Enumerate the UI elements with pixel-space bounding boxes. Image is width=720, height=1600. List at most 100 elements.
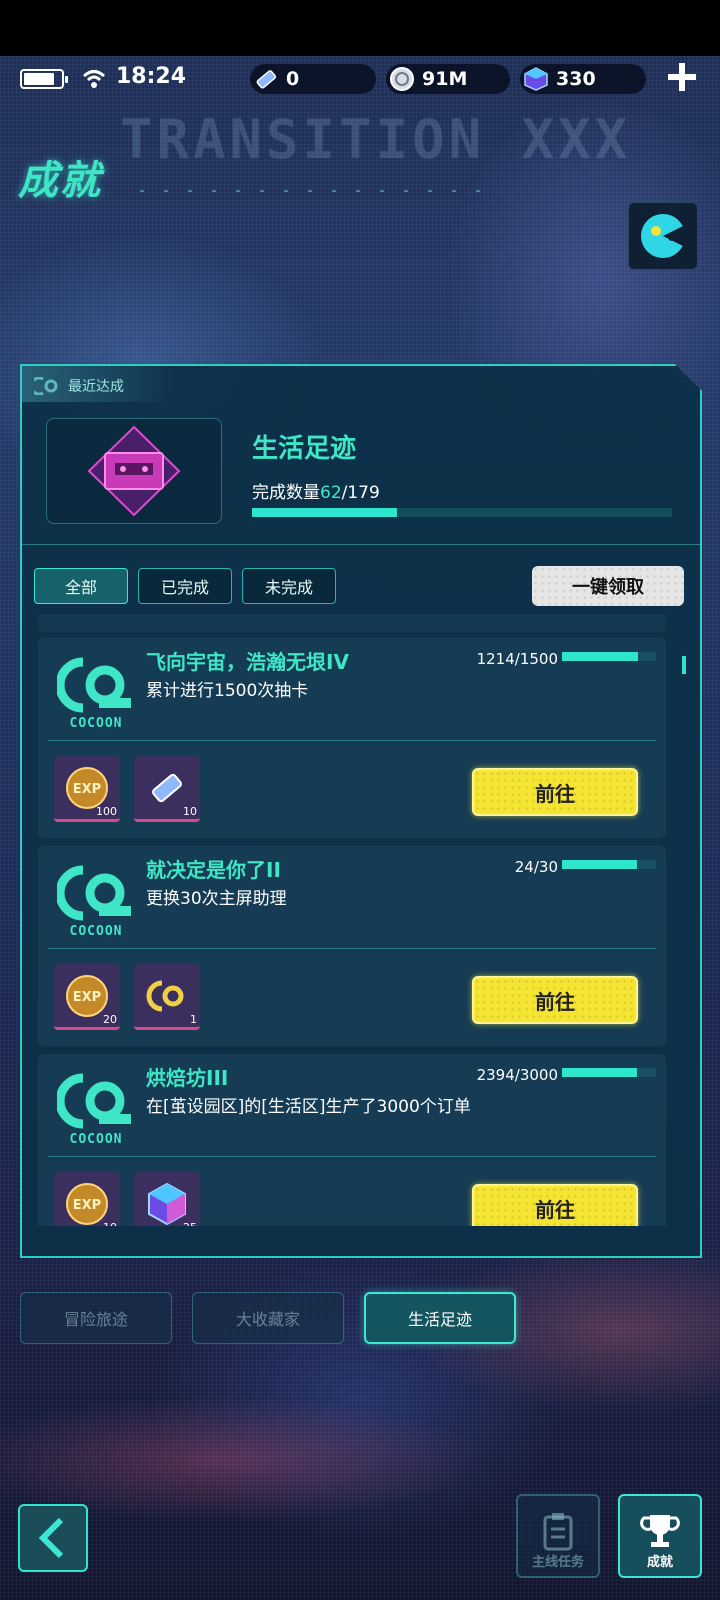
achievement-list[interactable]: COCOON 飞向宇宙，浩瀚无垠IV 累计进行1500次抽卡 1214/1500… — [32, 614, 666, 1226]
reward-qty: 10 — [103, 1221, 117, 1226]
decorative-title: TRANSITION XXX — [120, 108, 632, 171]
reward-qty: 25 — [183, 1221, 197, 1226]
achievement-progress-fill — [562, 1068, 637, 1077]
add-currency-button[interactable] — [666, 61, 698, 93]
achievement-title: 就决定是你了II — [146, 858, 281, 882]
cassette-badge-icon — [87, 425, 181, 517]
logo-text: COCOON — [69, 924, 123, 939]
go-button[interactable]: 前往 — [472, 768, 638, 816]
category-tabs: 冒险旅途 大收藏家 生活足迹 — [20, 1292, 516, 1344]
achievement-desc: 在[茧设园区]的[生活区]生产了3000个订单 — [146, 1097, 471, 1117]
cocoon-small-icon — [34, 377, 58, 395]
reward-item[interactable]: EXP 10 — [54, 1172, 120, 1226]
recent-label: 最近达成 — [68, 379, 124, 395]
cocoon-logo: COCOON — [54, 656, 138, 738]
achievement-card: COCOON 飞向宇宙，浩瀚无垠IV 累计进行1500次抽卡 1214/1500… — [38, 638, 666, 838]
assistant-mascot-button[interactable] — [628, 202, 698, 270]
cocoon-badge-icon — [146, 980, 184, 1011]
filter-incomplete[interactable]: 未完成 — [242, 568, 336, 604]
achievement-progress-bar — [562, 860, 656, 869]
clipboard-icon — [543, 1513, 573, 1551]
cocoon-logo: COCOON — [54, 864, 138, 946]
wifi-icon — [82, 70, 106, 88]
achievement-panel: 最近达成 生活足迹 完成数量62/179 全部 已完成 未完成 一键领取 COC… — [20, 364, 702, 1258]
reward-qty: 20 — [103, 1013, 117, 1026]
achievement-progress-fill — [562, 860, 638, 869]
previous-card-peek — [38, 614, 666, 632]
ticket-count: 0 — [286, 68, 300, 90]
page-title: 成就 — [18, 158, 102, 204]
achievement-progress-fill — [562, 652, 639, 661]
chevron-left-icon — [38, 1517, 64, 1559]
main-task-label: 主线任务 — [531, 1555, 584, 1570]
achievement-desc: 更换30次主屏助理 — [146, 889, 287, 909]
panel-label: 最近达成 — [34, 376, 124, 396]
tab-collector[interactable]: 大收藏家 — [192, 1292, 344, 1344]
featured-badge — [46, 418, 222, 524]
cocoon-logo: COCOON — [54, 1072, 138, 1154]
coin-icon — [388, 65, 416, 93]
logo-text: COCOON — [69, 1132, 123, 1147]
featured-count-label: 完成数量 — [252, 483, 320, 503]
logo-text: COCOON — [69, 716, 123, 731]
pacman-mascot-icon — [641, 214, 685, 258]
achievement-progress-bar — [562, 1068, 656, 1077]
ticket-icon — [152, 773, 182, 802]
reward-qty: 100 — [96, 805, 117, 818]
gem-count: 330 — [556, 68, 596, 90]
reward-item[interactable]: 25 — [134, 1172, 200, 1226]
achievement-card: COCOON 烘焙坊III 在[茧设园区]的[生活区]生产了3000个订单 23… — [38, 1054, 666, 1226]
ticket-icon — [252, 65, 280, 93]
main-task-button[interactable]: 主线任务 — [516, 1494, 600, 1578]
filter-completed[interactable]: 已完成 — [138, 568, 232, 604]
go-button[interactable]: 前往 — [472, 1184, 638, 1226]
filter-all[interactable]: 全部 — [34, 568, 128, 604]
claim-all-button[interactable]: 一键领取 — [532, 566, 684, 606]
decorative-line — [140, 190, 500, 192]
gem-resource[interactable]: 330 — [520, 64, 646, 94]
back-button[interactable] — [18, 1504, 88, 1572]
list-scrollbar[interactable] — [682, 656, 686, 674]
achievement-nav-label: 成就 — [646, 1555, 673, 1570]
svg-text:EXP: EXP — [73, 782, 101, 797]
divider — [22, 544, 700, 545]
filter-tabs: 全部 已完成 未完成 — [34, 568, 336, 604]
tab-life-footprint[interactable]: 生活足迹 — [364, 1292, 516, 1344]
achievement-desc: 累计进行1500次抽卡 — [146, 681, 309, 701]
featured-count: 完成数量62/179 — [252, 478, 380, 503]
reward-item[interactable]: EXP 100 — [54, 756, 120, 822]
trophy-icon — [640, 1515, 680, 1547]
tab-adventure[interactable]: 冒险旅途 — [20, 1292, 172, 1344]
featured-total: /179 — [341, 483, 380, 503]
svg-text:EXP: EXP — [73, 990, 101, 1005]
reward-item[interactable]: EXP 20 — [54, 964, 120, 1030]
reward-item[interactable]: 1 — [134, 964, 200, 1030]
card-divider — [48, 740, 656, 741]
featured-progress-fill — [252, 508, 398, 517]
cube-gem-icon — [148, 1182, 186, 1225]
achievement-progress-text: 1214/1500 — [476, 650, 558, 668]
featured-name: 生活足迹 — [252, 434, 357, 464]
cocoon-icon — [57, 1073, 131, 1129]
top-black-bar — [0, 0, 720, 56]
reward-qty: 10 — [183, 805, 197, 818]
reward-qty: 1 — [190, 1013, 197, 1026]
coin-resource[interactable]: 91M — [386, 64, 510, 94]
achievement-progress-bar — [562, 652, 656, 661]
clock: 18:24 — [116, 64, 187, 89]
coin-count: 91M — [422, 68, 468, 90]
go-button[interactable]: 前往 — [472, 976, 638, 1024]
svg-text:EXP: EXP — [73, 1198, 101, 1213]
achievement-nav-button[interactable]: 成就 — [618, 1494, 702, 1578]
cube-gem-icon — [522, 65, 550, 93]
reward-item[interactable]: 10 — [134, 756, 200, 822]
cocoon-icon — [57, 865, 131, 921]
ticket-resource[interactable]: 0 — [250, 64, 376, 94]
battery-icon — [20, 69, 68, 89]
achievement-title: 烘焙坊III — [146, 1066, 229, 1090]
card-divider — [48, 948, 656, 949]
featured-done: 62 — [320, 483, 342, 503]
achievement-card: COCOON 就决定是你了II 更换30次主屏助理 24/30 EXP 20 1… — [38, 846, 666, 1046]
featured-progress-bar — [252, 508, 672, 517]
status-bar: 18:24 0 91M 330 — [0, 60, 720, 96]
